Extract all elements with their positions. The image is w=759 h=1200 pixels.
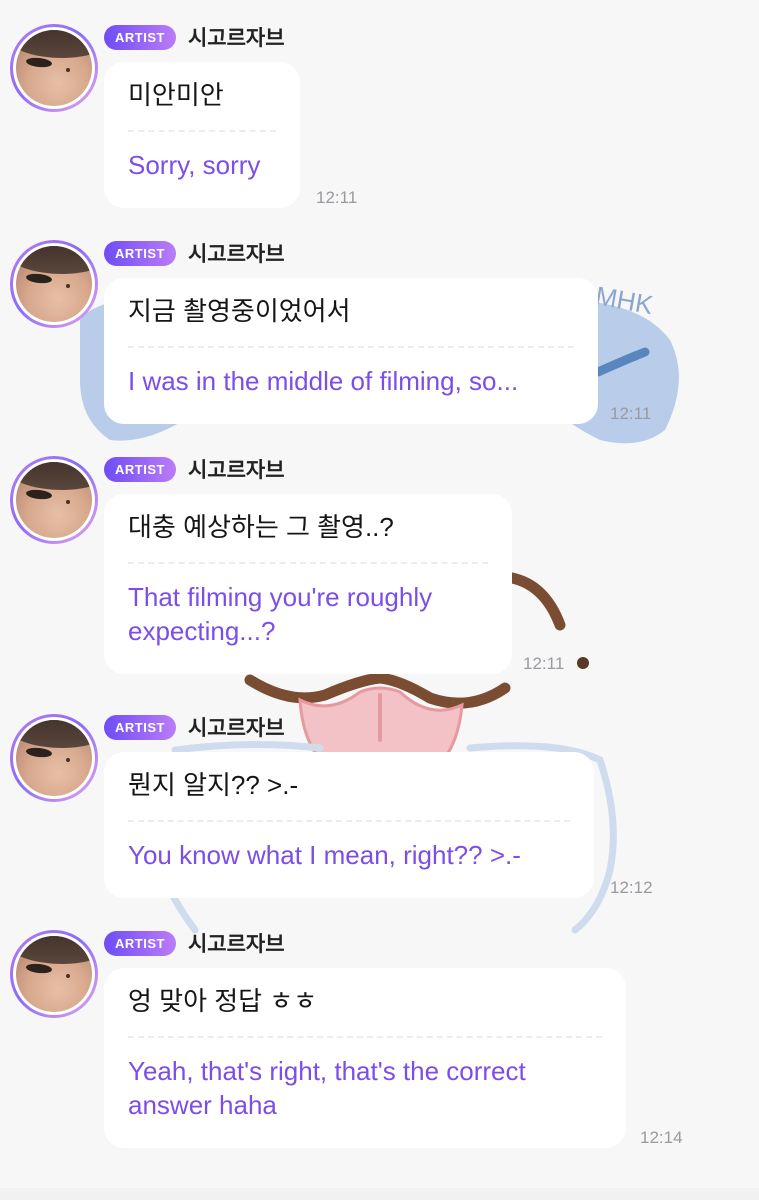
timestamp: 12:11 xyxy=(316,188,358,207)
sender-name: 시고르자브 xyxy=(187,717,285,740)
artist-avatar[interactable] xyxy=(10,456,98,544)
bottom-edge xyxy=(0,1188,759,1200)
divider xyxy=(128,820,570,822)
korean-text: 뭔지 알지?? >.- xyxy=(128,770,299,800)
timestamp: 12:11 xyxy=(610,404,652,423)
artist-avatar[interactable] xyxy=(10,24,98,112)
korean-text: 미안미안 xyxy=(128,80,224,110)
message-bubble[interactable]: 대충 예상하는 그 촬영..? That filming you're roug… xyxy=(104,494,512,674)
artist-badge: ARTIST xyxy=(104,456,176,482)
message-bubble[interactable]: 지금 촬영중이었어서 I was in the middle of filmin… xyxy=(104,278,598,424)
english-translation: You know what I mean, right?? >.- xyxy=(128,840,521,870)
sender-name: 시고르자브 xyxy=(187,27,285,50)
artist-badge: ARTIST xyxy=(104,24,176,50)
english-translation: That filming you're roughly expecting...… xyxy=(128,582,433,646)
korean-text: 대충 예상하는 그 촬영..? xyxy=(128,512,394,542)
divider xyxy=(128,346,574,348)
message-bubble[interactable]: 미안미안 Sorry, sorry xyxy=(104,62,300,208)
sender-name: 시고르자브 xyxy=(187,243,285,266)
artist-avatar[interactable] xyxy=(10,240,98,328)
message-bubble[interactable]: 엉 맞아 정답 ㅎㅎ Yeah, that's right, that's th… xyxy=(104,968,626,1148)
artist-badge: ARTIST xyxy=(104,930,176,956)
english-translation: I was in the middle of filming, so... xyxy=(128,366,519,396)
divider xyxy=(128,130,276,132)
artist-avatar[interactable] xyxy=(10,714,98,802)
sender-name: 시고르자브 xyxy=(187,459,285,482)
artist-badge: ARTIST xyxy=(104,240,176,266)
artist-badge: ARTIST xyxy=(104,714,176,740)
english-translation: Yeah, that's right, that's the correct a… xyxy=(128,1056,526,1120)
message-bubble[interactable]: 뭔지 알지?? >.- You know what I mean, right?… xyxy=(104,752,594,898)
timestamp: 12:12 xyxy=(610,878,653,897)
divider xyxy=(128,562,488,564)
english-translation: Sorry, sorry xyxy=(128,150,261,180)
timestamp: 12:11 xyxy=(523,654,565,673)
sender-name: 시고르자브 xyxy=(187,933,285,956)
korean-text: 엉 맞아 정답 ㅎㅎ xyxy=(128,986,318,1016)
timestamp: 12:14 xyxy=(640,1128,683,1147)
korean-text: 지금 촬영중이었어서 xyxy=(128,296,351,326)
artist-avatar[interactable] xyxy=(10,930,98,1018)
divider xyxy=(128,1036,602,1038)
